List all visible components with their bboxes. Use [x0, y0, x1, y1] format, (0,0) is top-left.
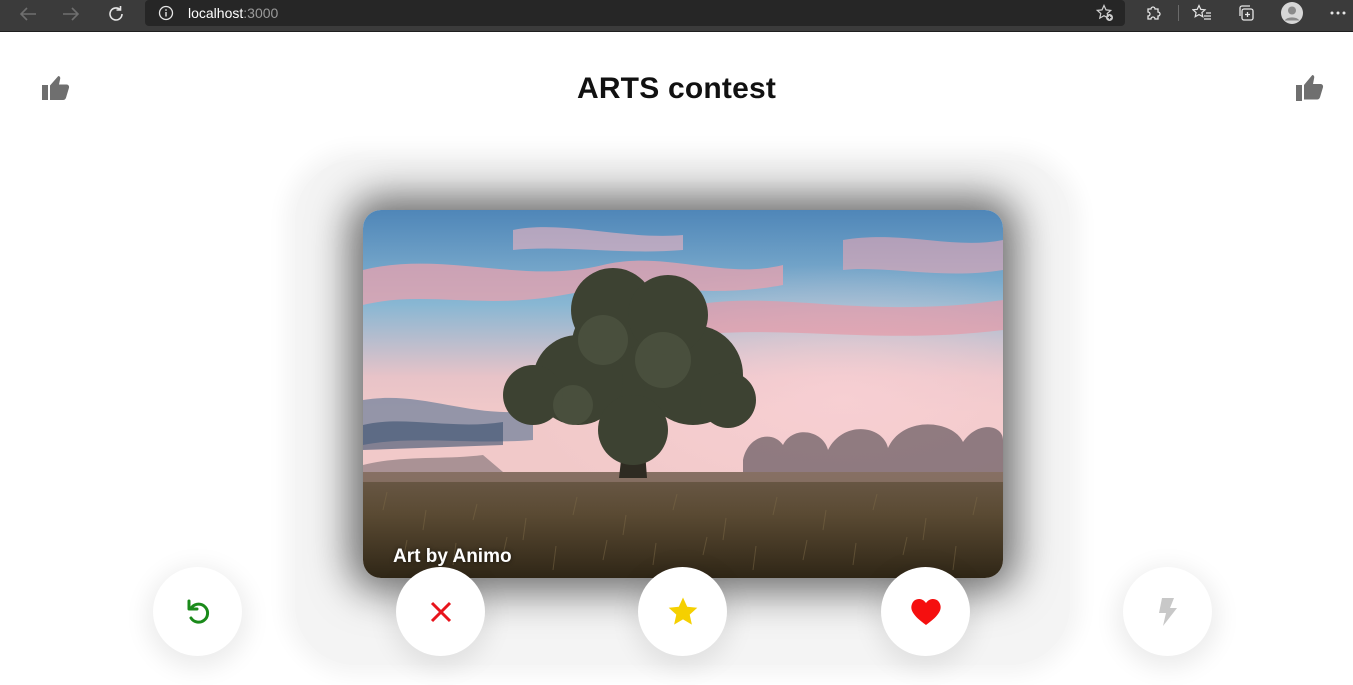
collections-button[interactable] — [1234, 2, 1258, 24]
forward-button[interactable] — [55, 0, 87, 28]
undo-icon — [187, 599, 209, 624]
star-icon — [668, 597, 697, 625]
toolbar-divider — [1178, 5, 1179, 21]
art-card[interactable]: Art by Animo — [363, 210, 1003, 578]
extensions-button[interactable] — [1142, 2, 1166, 24]
more-button[interactable] — [1326, 2, 1350, 24]
undo-button[interactable] — [153, 567, 242, 656]
landscape-tree-sunset-photo — [363, 210, 1003, 578]
superlike-button[interactable] — [638, 567, 727, 656]
more-dots-icon — [1330, 11, 1346, 15]
browser-toolbar: localhost:3000 — [0, 0, 1353, 32]
boost-button[interactable] — [1123, 567, 1212, 656]
address-bar[interactable]: localhost:3000 — [145, 0, 1125, 26]
collections-icon — [1239, 5, 1254, 21]
card-caption: Art by Animo — [393, 546, 512, 567]
favorites-button[interactable] — [1190, 2, 1214, 24]
page-title: ARTS contest — [576, 72, 777, 105]
favorites-list-icon — [1192, 4, 1211, 20]
star-plus-icon[interactable] — [1095, 3, 1115, 23]
lightning-icon — [1158, 597, 1177, 626]
profile-button[interactable] — [1280, 2, 1304, 24]
like-button[interactable] — [881, 567, 970, 656]
nope-button[interactable] — [396, 567, 485, 656]
heart-icon — [910, 598, 941, 625]
close-icon — [430, 601, 451, 622]
thumbs-up-icon[interactable] — [1292, 70, 1328, 106]
info-icon[interactable] — [157, 4, 175, 22]
profile-avatar-icon — [1281, 2, 1303, 24]
back-button[interactable] — [12, 0, 44, 28]
reload-button[interactable] — [100, 0, 132, 28]
url-text: localhost:3000 — [188, 5, 278, 21]
reload-icon — [109, 6, 123, 21]
arrow-right-icon — [63, 7, 80, 21]
url-host: localhost — [188, 5, 244, 21]
puzzle-icon — [1147, 6, 1161, 20]
url-port: :3000 — [243, 5, 279, 21]
arrow-left-icon — [19, 7, 36, 21]
